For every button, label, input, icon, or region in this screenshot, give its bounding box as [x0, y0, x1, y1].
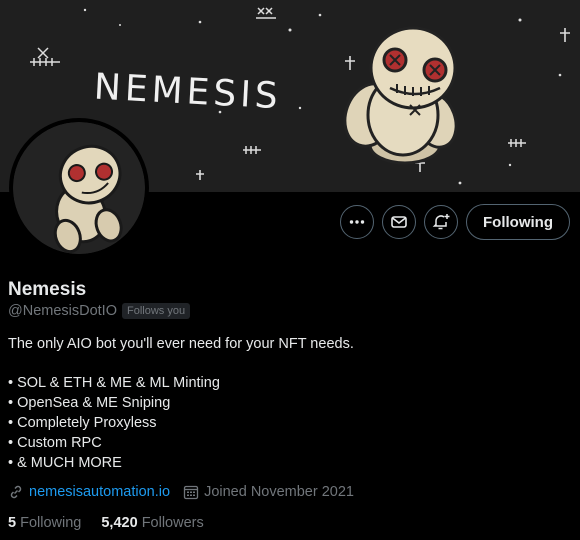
joined-date: Joined November 2021 [204, 484, 354, 500]
bio-bullet: • & MUCH MORE [8, 455, 122, 471]
bio-bullet: • SOL & ETH & ME & ML Minting [8, 375, 220, 391]
more-dots-icon [349, 220, 365, 224]
profile-actions: Following [340, 204, 570, 240]
profile-handle: @NemesisDotIO [8, 303, 117, 319]
followers-stat[interactable]: 5,420 Followers [101, 515, 203, 531]
notifications-button[interactable] [424, 205, 459, 239]
following-stat[interactable]: 5 Following [8, 515, 81, 531]
bio-intro: The only AIO bot you'll ever need for yo… [8, 336, 354, 352]
profile-name: Nemesis [8, 279, 87, 300]
profile-bio: The only AIO bot you'll ever need for yo… [8, 334, 354, 473]
link-icon [10, 485, 22, 499]
bio-bullet: • Completely Proxyless [8, 415, 157, 431]
envelope-icon [391, 216, 407, 228]
bio-bullet: • Custom RPC [8, 435, 102, 451]
profile-meta: nemesisautomation.io Joined November 202… [8, 484, 354, 500]
following-count: 5 [8, 515, 17, 531]
followers-stat-label: Followers [141, 515, 204, 531]
follow-stats: 5 Following 5,420 Followers [8, 515, 204, 531]
avatar[interactable] [9, 118, 149, 258]
following-stat-label: Following [20, 515, 82, 531]
website-link[interactable]: nemesisautomation.io [29, 484, 170, 500]
bio-bullet: • OpenSea & ME Sniping [8, 395, 171, 411]
follows-you-badge: Follows you [122, 303, 191, 319]
handle-row: @NemesisDotIO Follows you [8, 303, 191, 319]
bell-plus-icon [432, 214, 450, 230]
followers-count: 5,420 [101, 515, 138, 531]
following-button[interactable]: Following [466, 204, 570, 240]
avatar-image [13, 122, 145, 254]
more-button[interactable] [340, 205, 375, 239]
calendar-icon [183, 485, 199, 500]
message-button[interactable] [382, 205, 417, 239]
